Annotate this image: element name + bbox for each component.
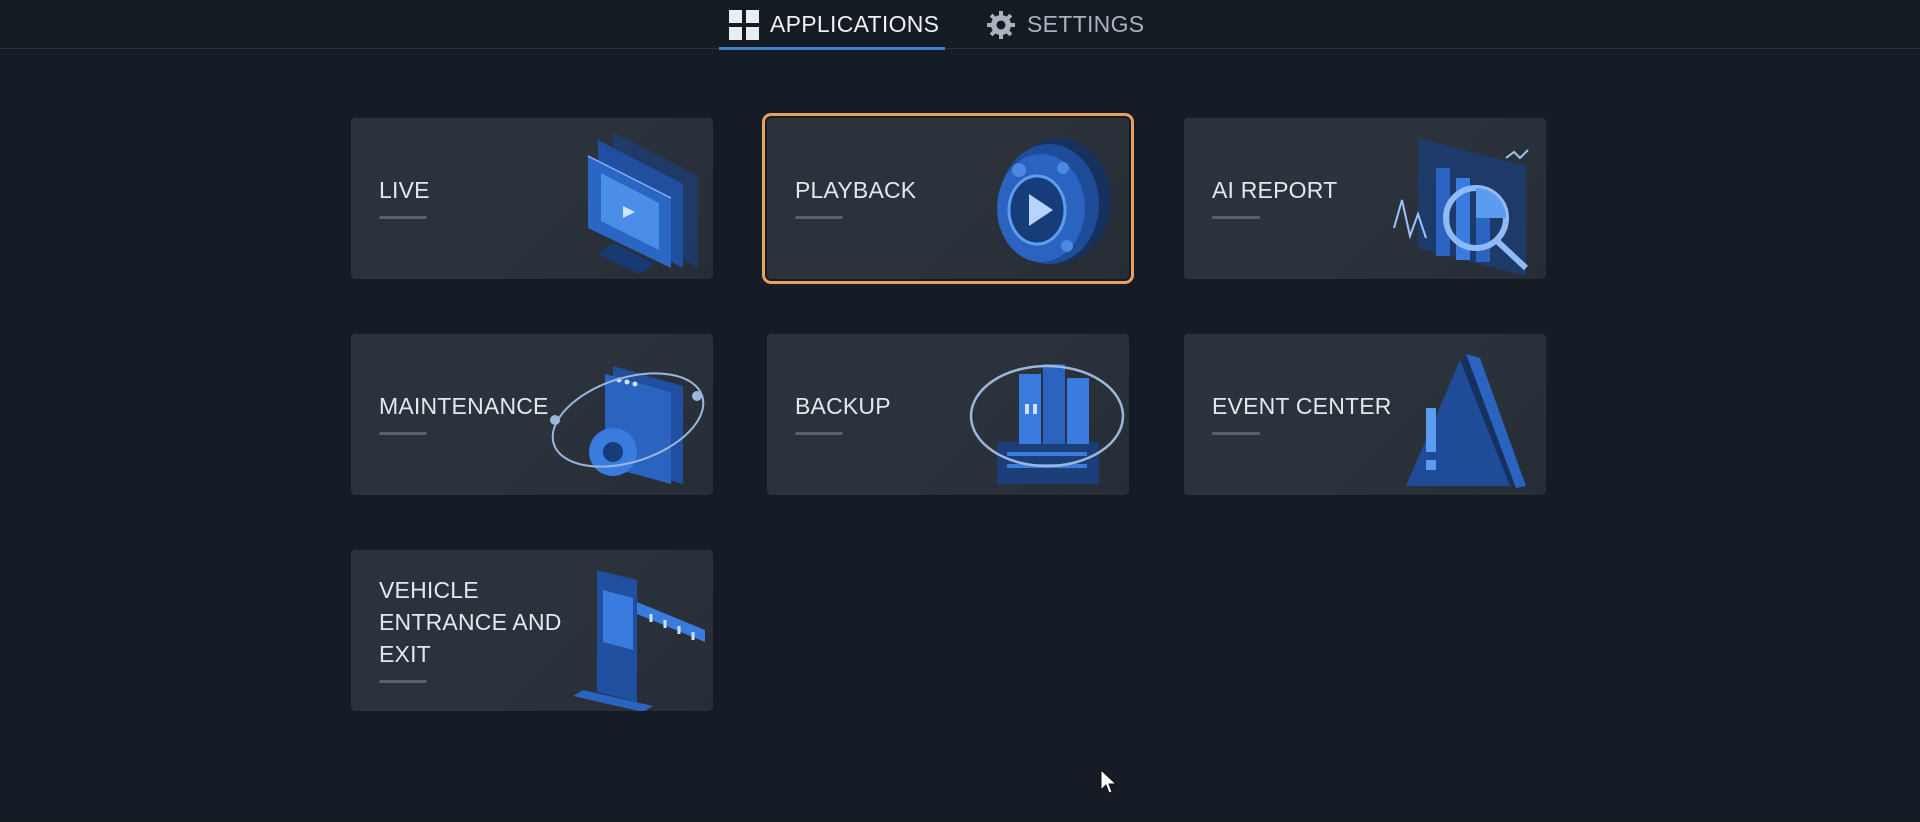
app-tile-live[interactable]: LIVE — [351, 118, 713, 279]
footer-fade — [0, 800, 1920, 822]
backup-drive-icon — [959, 334, 1129, 495]
tab-settings[interactable]: SETTINGS — [985, 0, 1144, 49]
tile-underline — [795, 432, 843, 435]
monitor-icon — [543, 118, 713, 279]
app-tile-vehicle-entrance-exit[interactable]: VEHICLE ENTRANCE AND EXIT — [351, 550, 713, 711]
app-tile-ai-report[interactable]: AI REPORT — [1184, 118, 1546, 279]
grid-icon — [728, 9, 760, 41]
tile-underline — [1212, 216, 1260, 219]
mouse-cursor-icon — [1100, 768, 1118, 800]
tile-underline — [379, 216, 427, 219]
maintenance-gear-icon — [543, 334, 713, 495]
tile-underline — [379, 680, 427, 683]
playback-reel-icon — [959, 118, 1129, 279]
tab-applications[interactable]: APPLICATIONS — [719, 0, 945, 50]
tile-underline — [379, 432, 427, 435]
tab-applications-label: APPLICATIONS — [770, 11, 940, 37]
app-tile-label: VEHICLE ENTRANCE AND EXIT — [379, 577, 562, 667]
app-tile-backup[interactable]: BACKUP — [767, 334, 1129, 495]
tile-underline — [795, 216, 843, 219]
tile-underline — [1212, 432, 1260, 435]
alert-triangle-icon — [1376, 334, 1546, 495]
gear-icon — [985, 9, 1017, 41]
tab-settings-label: SETTINGS — [1027, 11, 1145, 37]
barrier-gate-icon — [543, 550, 713, 711]
app-tile-event-center[interactable]: EVENT CENTER — [1184, 334, 1546, 495]
top-navigation: APPLICATIONS SETTINGS — [0, 0, 1920, 50]
chart-report-icon — [1376, 118, 1546, 279]
app-tile-maintenance[interactable]: MAINTENANCE — [351, 334, 713, 495]
app-tile-playback[interactable]: PLAYBACK — [762, 113, 1134, 284]
